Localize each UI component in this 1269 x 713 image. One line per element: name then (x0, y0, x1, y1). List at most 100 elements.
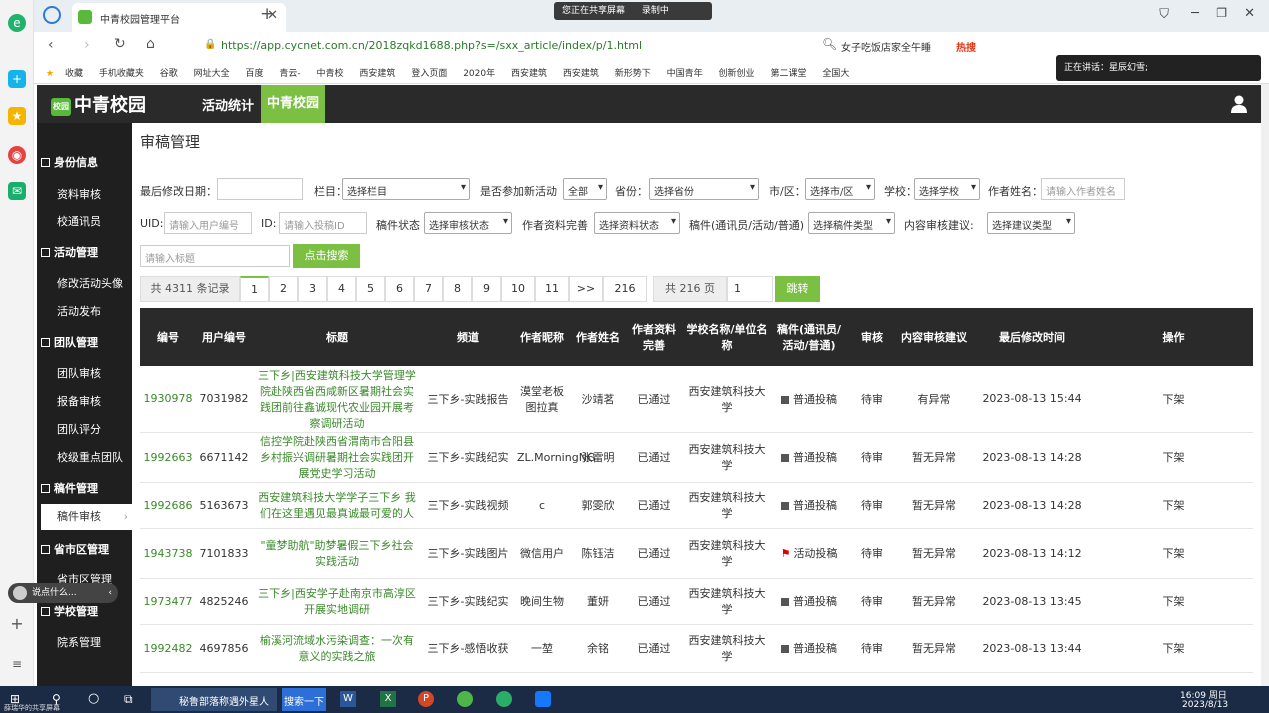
row-id[interactable]: 1973477 (140, 578, 196, 625)
province-select[interactable]: 选择省份 (649, 178, 759, 200)
home-icon[interactable]: ⌂ (146, 36, 155, 52)
last-modified-input[interactable] (217, 178, 303, 200)
col-header[interactable]: 审核 (846, 308, 898, 366)
sidebar-item-manuscript-review[interactable]: 稿件审核 › (41, 504, 132, 530)
table-row[interactable]: 1992686 5163673 西安建筑科技大学学子三下乡 我们在这里遇见最真诚最可… (140, 482, 1253, 529)
speak-widget[interactable]: 说点什么... ‹ (8, 583, 118, 603)
profile-select[interactable]: 选择资料状态 (594, 212, 680, 234)
row-action[interactable]: 下架 (1094, 528, 1253, 579)
sidebar-group-region[interactable]: 省市区管理 (41, 541, 109, 557)
goto-page-input[interactable]: 1 (727, 276, 773, 302)
nav-activity-stats[interactable]: 活动统计 (202, 95, 254, 114)
row-title[interactable]: 西安建筑科技大学学子三下乡 我们在这里遇见最真诚最可爱的人 (252, 482, 422, 529)
uid-input[interactable]: 请输入用户编号 (164, 212, 252, 234)
page-link[interactable]: 11 (535, 276, 569, 302)
chevron-left-icon[interactable]: ‹ (108, 583, 112, 603)
sidebar-item-filing-review[interactable]: 报备审核 (57, 393, 101, 409)
next-pages-link[interactable]: >> (569, 276, 603, 302)
meeting-icon[interactable] (535, 691, 551, 707)
mail-icon[interactable]: ✉ (8, 182, 26, 200)
clock-date[interactable]: 2023/8/13 (1182, 700, 1228, 710)
nav-campus[interactable]: 中青校园 (261, 85, 325, 123)
jump-button[interactable]: 跳转 (775, 276, 820, 302)
col-header[interactable]: 内容审核建议 (898, 308, 970, 366)
sidebar-item-team-review[interactable]: 团队审核 (57, 365, 101, 381)
close-window-icon[interactable]: ✕ (1244, 6, 1255, 21)
wechat-icon[interactable] (496, 691, 512, 707)
sidebar-item-team-score[interactable]: 团队评分 (57, 421, 101, 437)
sidebar-group-manuscript[interactable]: 稿件管理 (41, 480, 98, 496)
compass-icon[interactable] (43, 6, 61, 24)
sidebar-item-correspondent[interactable]: 校通讯员 (57, 213, 101, 229)
bookmark-item[interactable]: 创新创业 (719, 66, 755, 79)
hot-label[interactable]: 热搜 (956, 39, 976, 54)
col-header[interactable]: 作者资料完善 (626, 308, 682, 366)
bookmark-item[interactable]: 中国青年 (667, 66, 703, 79)
sidebar-group-team[interactable]: 团队管理 (41, 334, 98, 350)
app-green-icon[interactable] (457, 691, 473, 707)
bookmark-item[interactable]: 网址大全 (194, 66, 230, 79)
bookmark-item[interactable]: 全国大 (822, 66, 849, 79)
table-row[interactable]: 1943738 7101833 "童梦助航"助梦暑假三下乡社会实践活动 三下乡-实践图… (140, 528, 1253, 579)
taskbar-search-box[interactable]: 搜索一下 (282, 688, 326, 711)
bookmark-item[interactable]: 西安建筑 (511, 66, 547, 79)
forward-icon[interactable]: › (84, 37, 90, 53)
join-activity-select[interactable]: 全部 (563, 178, 607, 200)
search-hint[interactable]: 女子吃饭店家全午睡 (841, 39, 931, 54)
powerpoint-icon[interactable]: P (418, 691, 434, 707)
sidebar-item-activity-avatar[interactable]: 修改活动头像 (57, 275, 123, 291)
col-header[interactable]: 最后修改时间 (970, 308, 1094, 366)
sidebar-item-department[interactable]: 院系管理 (57, 634, 101, 650)
row-id[interactable]: 1992686 (140, 482, 196, 529)
weibo-icon[interactable]: ◉ (8, 146, 26, 164)
bookmark-item[interactable]: 中青校 (317, 66, 344, 79)
browser-logo-icon[interactable]: e (8, 14, 26, 32)
excel-icon[interactable]: X (380, 691, 396, 707)
taskbar-app-browser[interactable]: 秘鲁部落称遇外星人 (151, 688, 277, 711)
sidebar-group-identity[interactable]: 身份信息 (41, 154, 98, 170)
back-icon[interactable]: ‹ (48, 37, 54, 53)
restore-icon[interactable]: ❐ (1216, 6, 1227, 20)
bookmark-item[interactable]: 西安建筑 (359, 66, 395, 79)
bookmark-item[interactable]: 西安建筑 (563, 66, 599, 79)
page-link[interactable]: 10 (501, 276, 535, 302)
table-row[interactable]: 1992663 6671142 信控学院赴陕西省渭南市合阳县乡村振兴调研暑期社会实践… (140, 432, 1253, 483)
col-header[interactable]: 编号 (140, 308, 196, 366)
menu-icon[interactable]: ≡ (8, 655, 26, 673)
row-title[interactable]: 三下乡|西安学子赴南京市高淳区开展实地调研 (252, 578, 422, 625)
col-header[interactable]: 稿件(通讯员/活动/普通) (772, 308, 846, 366)
bookmark-item[interactable]: 百度 (246, 66, 264, 79)
sidebar-item-key-team[interactable]: 校级重点团队 (57, 449, 123, 465)
new-tab-icon[interactable]: + (260, 4, 274, 24)
site-logo[interactable]: 校园 中青校园 (51, 91, 146, 117)
bookmark-item[interactable]: 谷歌 (160, 66, 178, 79)
add-icon[interactable]: + (8, 615, 26, 633)
advice-select[interactable]: 选择建议类型 (987, 212, 1075, 234)
star-icon[interactable]: ★ (8, 107, 26, 125)
page-link[interactable]: 1 (240, 276, 269, 302)
bookmark-item[interactable]: 收藏 (65, 66, 83, 79)
page-link[interactable]: 7 (414, 276, 443, 302)
row-title[interactable]: 三下乡|西安建筑科技大学管理学院赴陕西省西咸新区暑期社会实践团前往鑫诚现代农业园… (252, 366, 422, 433)
search-taskbar-icon[interactable]: ⚲ (52, 692, 61, 706)
page-scrollbar[interactable] (1261, 84, 1269, 686)
refresh-icon[interactable]: ↻ (114, 36, 126, 52)
page-link[interactable]: 8 (443, 276, 472, 302)
plus-circle-icon[interactable]: + (8, 70, 26, 88)
shirt-icon[interactable]: ⛉ (1159, 7, 1169, 22)
bookmark-item[interactable]: 2020年 (463, 66, 495, 79)
page-link[interactable]: 6 (385, 276, 414, 302)
row-action[interactable]: 下架 (1094, 366, 1253, 433)
col-header[interactable]: 操作 (1094, 308, 1253, 366)
sidebar-group-activity[interactable]: 活动管理 (41, 244, 98, 260)
table-row[interactable]: 1973477 4825246 三下乡|西安学子赴南京市高淳区开展实地调研 三下乡-实… (140, 578, 1253, 625)
word-icon[interactable]: W (340, 691, 356, 707)
bookmark-item[interactable]: 青云- (279, 66, 300, 79)
search-button[interactable]: 点击搜索 (293, 244, 360, 268)
table-row[interactable]: 1992482 4697856 榆溪河流域水污染调查：一次有意义的实践之旅 三下乡-感… (140, 624, 1253, 673)
city-select[interactable]: 选择市/区 (805, 178, 875, 200)
row-title[interactable]: 信控学院赴陕西省渭南市合阳县乡村振兴调研暑期社会实践团开展党史学习活动 (252, 432, 422, 483)
school-select[interactable]: 选择学校 (914, 178, 980, 200)
page-link[interactable]: 4 (327, 276, 356, 302)
row-id[interactable]: 1992482 (140, 624, 196, 673)
